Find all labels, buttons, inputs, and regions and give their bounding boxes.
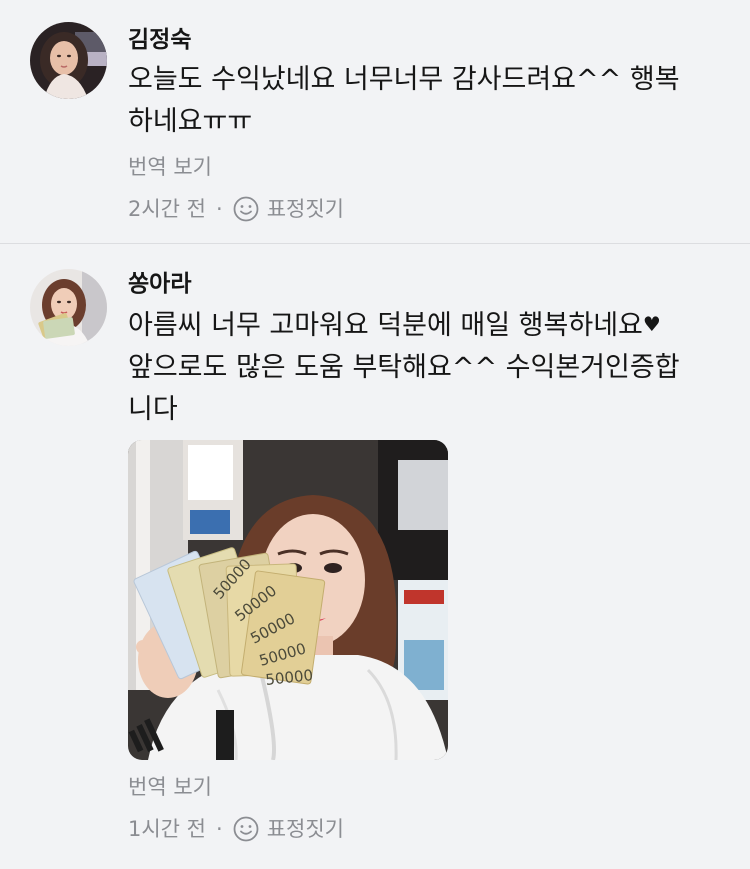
translate-link[interactable]: 번역 보기 [128, 772, 728, 802]
react-button[interactable]: 표정짓기 [267, 194, 344, 224]
smiley-icon[interactable] [233, 196, 259, 222]
comment-body: 쏭아라 아름씨 너무 고마워요 덕분에 매일 행복하네요♥ 앞으로도 많은 도움… [128, 268, 728, 431]
timestamp: 2시간 전 [128, 197, 206, 221]
separator-dot: · [216, 197, 223, 221]
comment-photo[interactable]: 50000 50000 50000 50000 50000 [128, 440, 448, 760]
comment-author[interactable]: 쏭아라 [128, 268, 728, 300]
photo-image: 50000 50000 50000 50000 50000 [128, 440, 448, 760]
comment-text: 오늘도 수익났네요 너무너무 감사드려요^^ 행복 하네요ㅠㅠ [128, 64, 680, 137]
avatar[interactable] [30, 269, 107, 346]
comment-footer: 번역 보기 1시간 전 · 표정짓기 [128, 772, 728, 844]
avatar[interactable] [30, 22, 107, 99]
comment-item: 김정숙 오늘도 수익났네요 너무너무 감사드려요^^ 행복 하네요ㅠㅠ 번역 보… [0, 0, 750, 243]
comment-text-rest: 앞으로도 많은 도움 부탁해요^^ 수익본거인증합 니다 [128, 352, 680, 425]
comment-meta: 1시간 전 · 표정짓기 [128, 814, 728, 844]
smiley-icon[interactable] [233, 816, 259, 842]
heart-emoji: ♥ [642, 312, 661, 336]
comment-author[interactable]: 김정숙 [128, 24, 728, 56]
comment-item: 쏭아라 아름씨 너무 고마워요 덕분에 매일 행복하네요♥ 앞으로도 많은 도움… [0, 244, 750, 869]
comment-text-line: 아름씨 너무 고마워요 덕분에 매일 행복하네요 [128, 310, 643, 341]
comment-meta: 2시간 전 · 표정짓기 [128, 194, 728, 224]
react-button[interactable]: 표정짓기 [267, 814, 344, 844]
comment-body: 김정숙 오늘도 수익났네요 너무너무 감사드려요^^ 행복 하네요ㅠㅠ 번역 보… [128, 24, 728, 224]
comment-text: 아름씨 너무 고마워요 덕분에 매일 행복하네요♥ 앞으로도 많은 도움 부탁해… [128, 303, 728, 431]
separator-dot: · [216, 817, 223, 841]
avatar-image [30, 269, 107, 346]
avatar-image [30, 22, 107, 99]
timestamp: 1시간 전 [128, 817, 206, 841]
translate-link[interactable]: 번역 보기 [128, 152, 728, 182]
